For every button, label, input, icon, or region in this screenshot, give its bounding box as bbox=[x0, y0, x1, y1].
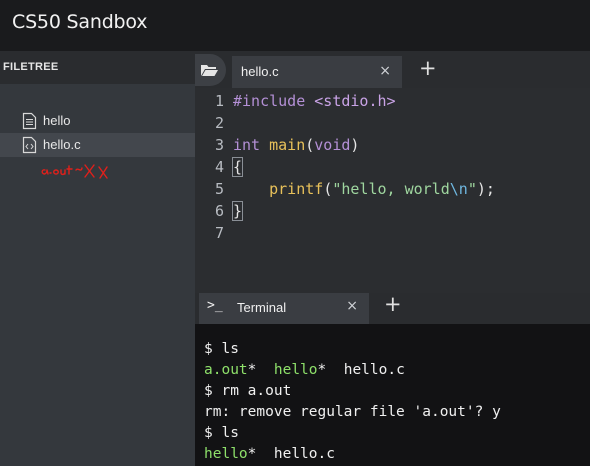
code-editor[interactable]: 1 2 3 4 5 6 7 #include <stdio.h> int mai… bbox=[195, 88, 590, 293]
code-token: main bbox=[269, 136, 306, 154]
folder-open-icon bbox=[201, 65, 218, 76]
terminal-token: a.out bbox=[204, 362, 248, 378]
terminal-token: hello.c bbox=[273, 446, 335, 462]
file-tree-sidebar: FILETREE hello hello.c bbox=[0, 51, 195, 466]
close-icon[interactable]: × bbox=[346, 298, 358, 314]
line-number: 1 bbox=[214, 92, 224, 110]
terminal-line: $ rm a.out bbox=[204, 383, 292, 399]
tab-label: Terminal bbox=[237, 300, 287, 315]
line-number: 2 bbox=[214, 114, 224, 132]
line-number: 6 bbox=[214, 202, 224, 220]
terminal-token: * bbox=[247, 446, 274, 462]
code-token: ) bbox=[350, 136, 360, 154]
handwritten-aout-annotation bbox=[41, 164, 108, 179]
terminal-token: * bbox=[247, 362, 274, 378]
terminal-line: hello* hello.c bbox=[204, 446, 335, 462]
line-number: 4 bbox=[214, 158, 224, 176]
tab-terminal[interactable]: >_ Terminal × bbox=[199, 293, 369, 324]
code-token: " bbox=[467, 180, 477, 198]
tab-hello-c[interactable]: hello.c × bbox=[232, 56, 402, 88]
code-token: ( bbox=[323, 180, 333, 198]
app-header: CS50 Sandbox bbox=[0, 0, 590, 51]
code-token: "hello, world bbox=[332, 180, 450, 198]
add-terminal-button[interactable]: + bbox=[384, 292, 402, 316]
terminal-line: a.out* hello* hello.c bbox=[204, 362, 405, 378]
app-title: CS50 Sandbox bbox=[12, 11, 148, 33]
code-line-5: printf("hello, world\n"); bbox=[233, 180, 495, 198]
code-token: <stdio.h> bbox=[314, 92, 396, 110]
file-tree-title: FILETREE bbox=[3, 61, 59, 73]
code-token: #include bbox=[233, 92, 306, 110]
file-item-hello-c[interactable]: hello.c bbox=[0, 133, 195, 157]
line-number: 5 bbox=[214, 180, 224, 198]
file-item-hello[interactable]: hello bbox=[0, 109, 195, 133]
code-line-4: { bbox=[231, 157, 244, 177]
terminal-token: hello bbox=[273, 362, 318, 378]
terminal-line: rm: remove regular file 'a.out'? y bbox=[204, 404, 501, 420]
code-token: ( bbox=[305, 136, 315, 154]
code-line-1: #include <stdio.h> bbox=[233, 92, 396, 110]
code-line-3: int main(void) bbox=[233, 136, 359, 154]
toggle-file-tree-button[interactable] bbox=[195, 54, 226, 86]
code-token: printf bbox=[269, 180, 324, 198]
terminal-tab-bar: >_ Terminal × + bbox=[195, 292, 590, 324]
file-item-label: hello bbox=[43, 113, 71, 128]
code-token: ); bbox=[476, 180, 495, 198]
line-number-gutter: 1 2 3 4 5 6 7 bbox=[195, 88, 229, 248]
terminal-line: $ ls bbox=[204, 425, 239, 441]
add-tab-button[interactable]: + bbox=[419, 56, 437, 80]
terminal-output[interactable]: $ ls a.out* hello* hello.c $ rm a.out rm… bbox=[195, 324, 590, 466]
file-tree-header: FILETREE bbox=[0, 51, 195, 84]
terminal-line: $ ls bbox=[204, 341, 239, 357]
matched-brace: } bbox=[231, 201, 244, 221]
code-line-6: } bbox=[231, 201, 244, 221]
close-icon[interactable]: × bbox=[379, 63, 391, 79]
code-token: void bbox=[314, 136, 351, 154]
terminal-token: hello.c bbox=[343, 362, 405, 378]
editor-tab-bar: hello.c × + bbox=[195, 51, 590, 88]
terminal-token: * bbox=[317, 362, 344, 378]
tab-label: hello.c bbox=[241, 64, 279, 79]
code-token: int bbox=[233, 136, 261, 154]
terminal-icon: >_ bbox=[207, 298, 223, 313]
text-file-icon bbox=[22, 112, 37, 130]
matched-brace: { bbox=[231, 157, 244, 177]
code-file-icon bbox=[22, 136, 37, 154]
file-item-label: hello.c bbox=[43, 137, 81, 152]
line-number: 3 bbox=[214, 136, 224, 154]
terminal-token: hello bbox=[204, 446, 248, 462]
code-token: \n bbox=[449, 180, 468, 198]
line-number: 7 bbox=[214, 224, 224, 242]
